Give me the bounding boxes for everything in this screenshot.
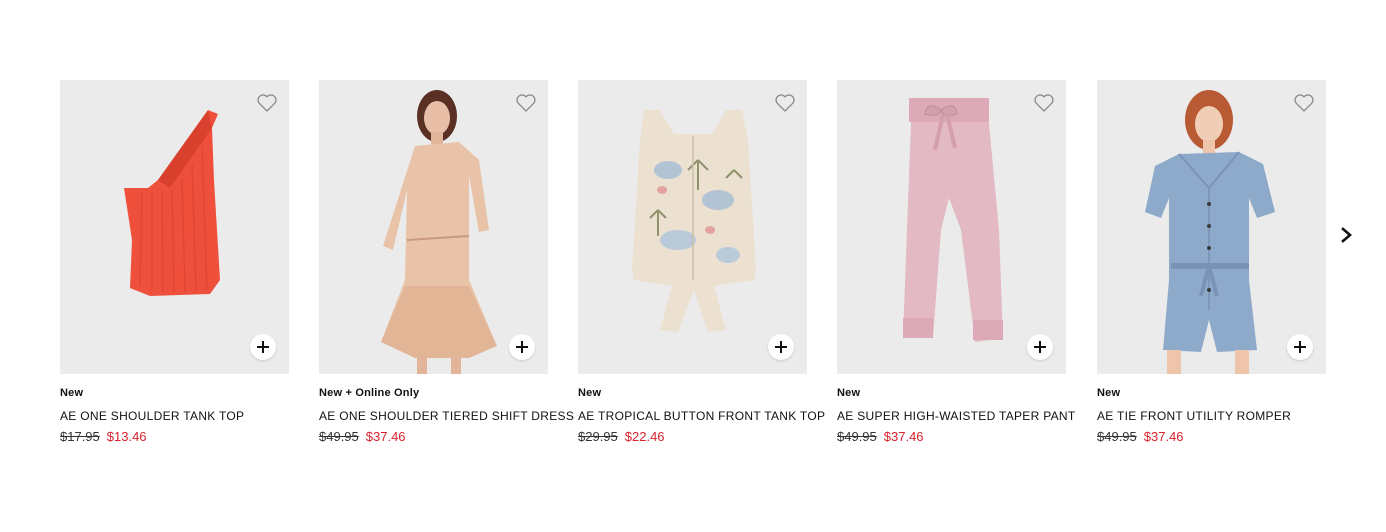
sale-price: $37.46	[883, 429, 924, 444]
product-flag: New + Online Only	[319, 387, 420, 399]
product-prices: $49.95 $37.46	[319, 429, 548, 445]
wishlist-heart-icon[interactable]	[256, 92, 278, 114]
product-name[interactable]: AE ONE SHOULDER TANK TOP	[60, 408, 289, 424]
product-card[interactable]: New AE TROPICAL BUTTON FRONT TANK TOP $2…	[578, 80, 825, 445]
carousel-next-button[interactable]	[1337, 225, 1357, 245]
sale-price: $37.46	[1143, 429, 1184, 444]
original-price: $29.95	[578, 429, 618, 444]
product-carousel: New AE ONE SHOULDER TANK TOP $17.95 $13.4…	[0, 0, 1386, 532]
product-prices: $49.95 $37.46	[837, 429, 1066, 445]
product-card[interactable]: New AE SUPER HIGH-WAISTED TAPER PANT $49…	[837, 80, 1075, 445]
original-price: $49.95	[319, 429, 359, 444]
original-price: $49.95	[1097, 429, 1137, 444]
wishlist-heart-icon[interactable]	[1293, 92, 1315, 114]
product-flag: New	[837, 387, 861, 399]
sale-price: $22.46	[624, 429, 665, 444]
plus-icon	[516, 341, 528, 353]
product-card[interactable]: New + Online Only AE ONE SHOULDER TIERED…	[319, 80, 574, 445]
product-name[interactable]: AE TIE FRONT UTILITY ROMPER	[1097, 408, 1326, 424]
product-name[interactable]: AE TROPICAL BUTTON FRONT TANK TOP	[578, 408, 825, 424]
product-flag: New	[1097, 387, 1121, 399]
product-name[interactable]: AE SUPER HIGH-WAISTED TAPER PANT	[837, 408, 1075, 424]
product-photo-romper	[1145, 90, 1275, 374]
plus-icon	[257, 341, 269, 353]
plus-icon	[1034, 341, 1046, 353]
product-image[interactable]	[837, 80, 1066, 374]
chevron-right-icon	[1341, 227, 1352, 243]
product-image[interactable]	[578, 80, 807, 374]
product-photo-tropical-tank	[632, 110, 756, 332]
quick-add-button[interactable]	[250, 334, 276, 360]
product-image[interactable]	[60, 80, 289, 374]
sale-price: $37.46	[365, 429, 406, 444]
wishlist-heart-icon[interactable]	[1033, 92, 1055, 114]
quick-add-button[interactable]	[509, 334, 535, 360]
wishlist-heart-icon[interactable]	[515, 92, 537, 114]
product-prices: $17.95 $13.46	[60, 429, 289, 445]
product-photo-dress	[381, 90, 497, 374]
product-card[interactable]: New AE TIE FRONT UTILITY ROMPER $49.95 $3…	[1097, 80, 1326, 445]
product-flag: New	[60, 387, 84, 399]
quick-add-button[interactable]	[1287, 334, 1313, 360]
product-photo-pants	[903, 98, 1003, 342]
product-card[interactable]: New AE ONE SHOULDER TANK TOP $17.95 $13.4…	[60, 80, 289, 445]
product-photo-tank-top	[124, 110, 220, 296]
product-prices: $49.95 $37.46	[1097, 429, 1326, 445]
original-price: $49.95	[837, 429, 877, 444]
original-price: $17.95	[60, 429, 100, 444]
product-image[interactable]	[1097, 80, 1326, 374]
plus-icon	[775, 341, 787, 353]
product-flag: New	[578, 387, 602, 399]
quick-add-button[interactable]	[768, 334, 794, 360]
wishlist-heart-icon[interactable]	[774, 92, 796, 114]
product-image[interactable]	[319, 80, 548, 374]
sale-price: $13.46	[106, 429, 147, 444]
quick-add-button[interactable]	[1027, 334, 1053, 360]
product-name[interactable]: AE ONE SHOULDER TIERED SHIFT DRESS	[319, 408, 574, 424]
plus-icon	[1294, 341, 1306, 353]
product-prices: $29.95 $22.46	[578, 429, 807, 445]
